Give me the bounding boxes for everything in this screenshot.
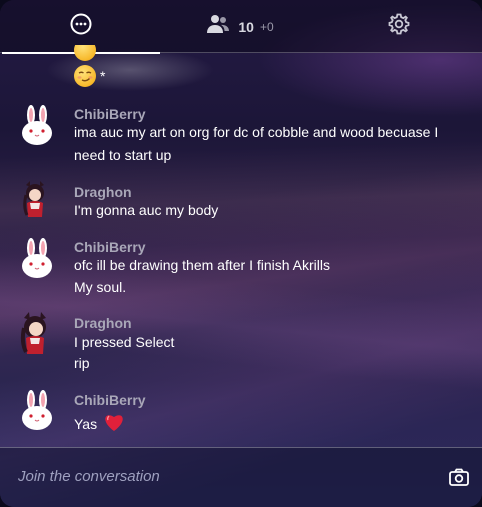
chat-panel: 10 +0 * ChibiBerry ima auc my art on org… <box>0 0 482 507</box>
tab-settings[interactable] <box>320 0 478 53</box>
message-text: I pressed Select <box>74 334 175 350</box>
message-input[interactable]: Join the conversation <box>18 468 160 485</box>
message-text: need to start up <box>74 147 172 163</box>
user-extra-count: +0 <box>259 19 274 34</box>
character-avatar-icon[interactable] <box>18 181 56 221</box>
message-text: ofc ill be drawing them after I finish A… <box>74 257 330 273</box>
chat-bubble-icon <box>69 12 93 41</box>
gear-icon <box>387 12 411 41</box>
bunny-avatar-icon[interactable] <box>18 390 56 430</box>
bunny-avatar-icon[interactable] <box>18 105 56 145</box>
message-text: ima auc my art on org for dc of cobble a… <box>74 124 439 140</box>
message-list[interactable]: * ChibiBerry ima auc my art on org for d… <box>0 45 482 447</box>
smirk-emoji-icon <box>74 65 96 87</box>
message-text: My soul. <box>74 279 127 295</box>
message-composer: Join the conversation <box>0 447 482 507</box>
user-count: 10 <box>238 18 254 35</box>
heart-emoji-icon <box>103 412 125 435</box>
partial-emoji <box>74 45 96 61</box>
bunny-avatar-icon[interactable] <box>18 238 56 278</box>
tab-users[interactable]: 10 +0 <box>160 0 320 53</box>
message-author[interactable]: Draghon <box>74 315 132 331</box>
message-author[interactable]: ChibiBerry <box>74 392 146 408</box>
camera-icon[interactable] <box>448 466 470 488</box>
message-text: rip <box>74 355 90 371</box>
character-avatar-icon[interactable] <box>18 312 56 354</box>
tab-bar: 10 +0 <box>0 0 482 54</box>
message-text: I'm gonna auc my body <box>74 202 219 218</box>
message-author[interactable]: Draghon <box>74 184 132 200</box>
message-line: Yas <box>74 412 125 435</box>
users-icon <box>206 14 230 39</box>
message-author[interactable]: ChibiBerry <box>74 239 146 255</box>
message-author[interactable]: ChibiBerry <box>74 106 146 122</box>
message-text: Yas <box>74 415 98 432</box>
asterisk-text: * <box>100 68 106 84</box>
previous-message-tail: * <box>74 65 105 87</box>
